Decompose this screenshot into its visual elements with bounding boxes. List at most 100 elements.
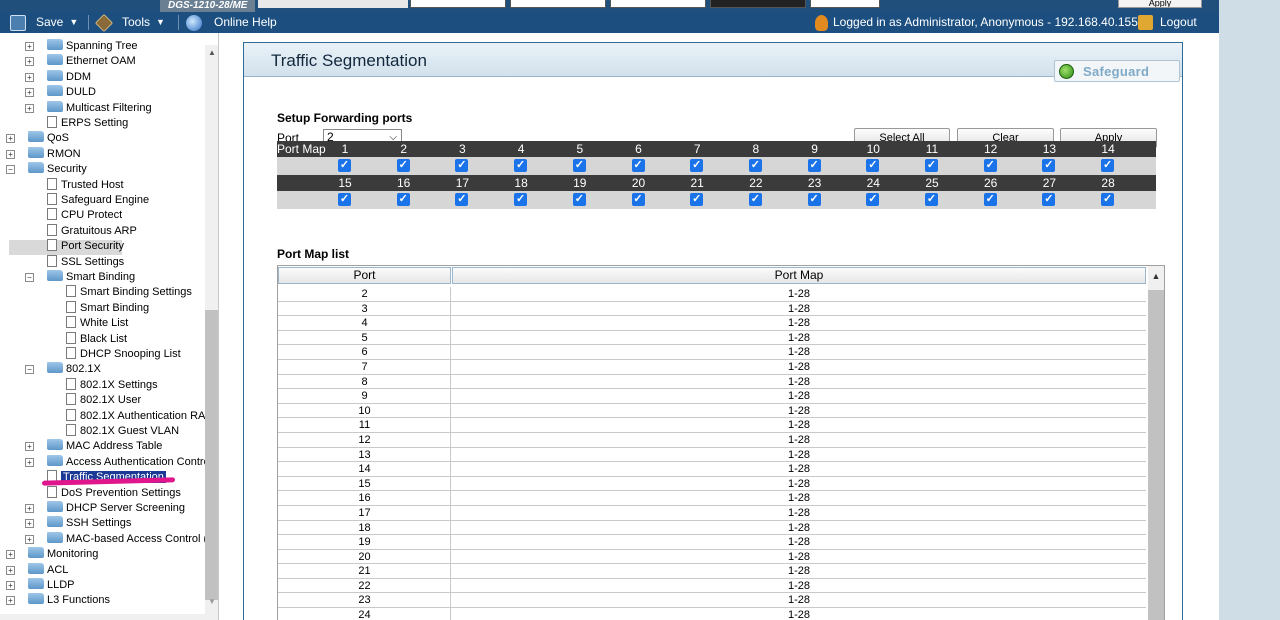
tree-item[interactable]: ERPS Setting	[47, 116, 128, 131]
tree-item[interactable]: − Security	[6, 162, 87, 177]
scroll-up-arrow-icon[interactable]: ▲	[205, 47, 218, 59]
collapse-icon[interactable]: −	[25, 365, 34, 375]
tree-item[interactable]: + ACL	[6, 562, 68, 578]
port-checkbox[interactable]: ✓	[1042, 159, 1056, 172]
list-column-header-port[interactable]: Port	[278, 267, 451, 284]
tree-item[interactable]: + LLDP	[6, 578, 75, 593]
port-checkbox[interactable]: ✓	[866, 159, 880, 172]
expand-icon[interactable]: +	[25, 519, 34, 529]
table-row[interactable]: 10 1-28	[278, 404, 1146, 419]
tree-horizontal-scrollbar[interactable]	[0, 614, 205, 620]
tree-scrollbar-thumb[interactable]	[205, 310, 218, 600]
port-checkbox[interactable]: ✓	[396, 193, 410, 206]
tree-item[interactable]: − 802.1X	[25, 362, 101, 377]
expand-icon[interactable]: +	[25, 42, 34, 51]
table-row[interactable]: 3 1-28	[278, 302, 1146, 317]
port-checkbox[interactable]: ✓	[1101, 193, 1115, 206]
logout-menu[interactable]: Logout	[1138, 12, 1197, 33]
tree-item[interactable]: + MAC Address Table	[25, 439, 162, 454]
port-checkbox[interactable]: ✓	[807, 159, 821, 172]
port-checkbox[interactable]: ✓	[690, 193, 704, 206]
tree-item[interactable]: 802.1X Authentication RAD	[66, 408, 205, 424]
expand-icon[interactable]: +	[25, 457, 34, 467]
tree-item[interactable]: + L3 Functions	[6, 593, 110, 608]
port-checkbox[interactable]: ✓	[338, 193, 351, 206]
list-column-header-port-map[interactable]: Port Map	[452, 267, 1146, 284]
tree-item[interactable]: White List	[66, 316, 128, 331]
table-row[interactable]: 15 1-28	[278, 477, 1146, 492]
port-checkbox[interactable]: ✓	[455, 193, 469, 206]
collapse-icon[interactable]: −	[25, 273, 34, 282]
table-row[interactable]: 19 1-28	[278, 535, 1146, 550]
table-row[interactable]: 5 1-28	[278, 331, 1146, 346]
scroll-down-arrow-icon[interactable]: ▼	[205, 596, 218, 608]
tree-item[interactable]: + QoS	[6, 131, 69, 146]
table-row[interactable]: 18 1-28	[278, 521, 1146, 536]
tree-item[interactable]: + Multicast Filtering	[25, 100, 152, 116]
port-checkbox[interactable]: ✓	[631, 159, 645, 172]
port-checkbox[interactable]: ✓	[748, 193, 762, 206]
table-row[interactable]: 21 1-28	[278, 564, 1146, 579]
port-checkbox[interactable]: ✓	[748, 159, 762, 172]
table-row[interactable]: 11 1-28	[278, 418, 1146, 433]
expand-icon[interactable]: +	[25, 57, 34, 67]
tree-item[interactable]: + MAC-based Access Control (M	[25, 531, 205, 547]
expand-icon[interactable]: +	[6, 550, 15, 560]
tree-item[interactable]: 802.1X User	[66, 393, 141, 408]
port-checkbox[interactable]: ✓	[983, 159, 997, 172]
port-checkbox[interactable]: ✓	[925, 193, 938, 206]
port-checkbox[interactable]: ✓	[1101, 159, 1115, 172]
table-row[interactable]: 8 1-28	[278, 375, 1146, 390]
port-checkbox[interactable]: ✓	[572, 159, 586, 172]
table-row[interactable]: 24 1-28	[278, 608, 1146, 620]
tree-item[interactable]: 802.1X Settings	[66, 377, 158, 393]
port-checkbox[interactable]: ✓	[690, 159, 704, 172]
tree-item[interactable]: + SSH Settings	[25, 516, 131, 531]
tools-menu[interactable]: Tools ▼	[94, 12, 165, 33]
tree-item[interactable]: Gratuitous ARP	[47, 223, 137, 239]
port-checkbox[interactable]: ✓	[572, 193, 586, 206]
port-checkbox[interactable]: ✓	[396, 159, 410, 172]
table-row[interactable]: 16 1-28	[278, 491, 1146, 506]
online-help-menu[interactable]: Online Help	[186, 12, 277, 33]
table-row[interactable]: 6 1-28	[278, 345, 1146, 360]
expand-icon[interactable]: +	[25, 103, 34, 113]
expand-icon[interactable]: +	[25, 88, 34, 98]
tree-item[interactable]: DHCP Snooping List	[66, 347, 181, 362]
port-checkbox[interactable]: ✓	[631, 193, 645, 206]
tree-item[interactable]: + Ethernet OAM	[25, 54, 136, 69]
safeguard-status[interactable]: Safeguard	[1054, 60, 1180, 82]
tree-item[interactable]: SSL Settings	[47, 254, 124, 270]
tree-item[interactable]: + Monitoring	[6, 547, 98, 562]
port-checkbox[interactable]: ✓	[514, 193, 528, 206]
tree-item[interactable]: 802.1X Guest VLAN	[66, 424, 179, 439]
expand-icon[interactable]: +	[25, 72, 34, 82]
port-checkbox[interactable]: ✓	[983, 193, 997, 206]
table-row[interactable]: 9 1-28	[278, 389, 1146, 404]
tree-item[interactable]: Smart Binding	[66, 300, 149, 316]
expand-icon[interactable]: +	[25, 442, 34, 452]
expand-icon[interactable]: +	[6, 596, 15, 606]
table-row[interactable]: 4 1-28	[278, 316, 1146, 331]
tree-item[interactable]: Smart Binding Settings	[66, 285, 192, 300]
tree-item[interactable]: Port Security	[47, 239, 124, 254]
port-checkbox[interactable]: ✓	[1042, 193, 1056, 206]
expand-icon[interactable]: +	[25, 504, 34, 513]
expand-icon[interactable]: +	[25, 534, 34, 544]
expand-icon[interactable]: +	[6, 581, 15, 590]
port-checkbox[interactable]: ✓	[866, 193, 880, 206]
tree-item[interactable]: DoS Prevention Settings	[47, 485, 181, 501]
table-row[interactable]: 7 1-28	[278, 360, 1146, 375]
table-row[interactable]: 17 1-28	[278, 506, 1146, 521]
port-checkbox[interactable]: ✓	[925, 159, 938, 172]
save-menu[interactable]: Save ▼	[10, 12, 78, 33]
tree-item[interactable]: + Spanning Tree	[25, 39, 138, 54]
tree-item[interactable]: Trusted Host	[47, 177, 124, 193]
tree-item[interactable]: + RMON	[6, 146, 81, 162]
tree-item[interactable]: CPU Protect	[47, 208, 122, 223]
tree-item[interactable]: + DHCP Server Screening	[25, 501, 185, 516]
table-row[interactable]: 2 1-28	[278, 287, 1146, 302]
tree-item[interactable]: − Smart Binding	[25, 270, 135, 285]
table-row[interactable]: 13 1-28	[278, 448, 1146, 463]
tree-item[interactable]: + DULD	[25, 85, 96, 100]
